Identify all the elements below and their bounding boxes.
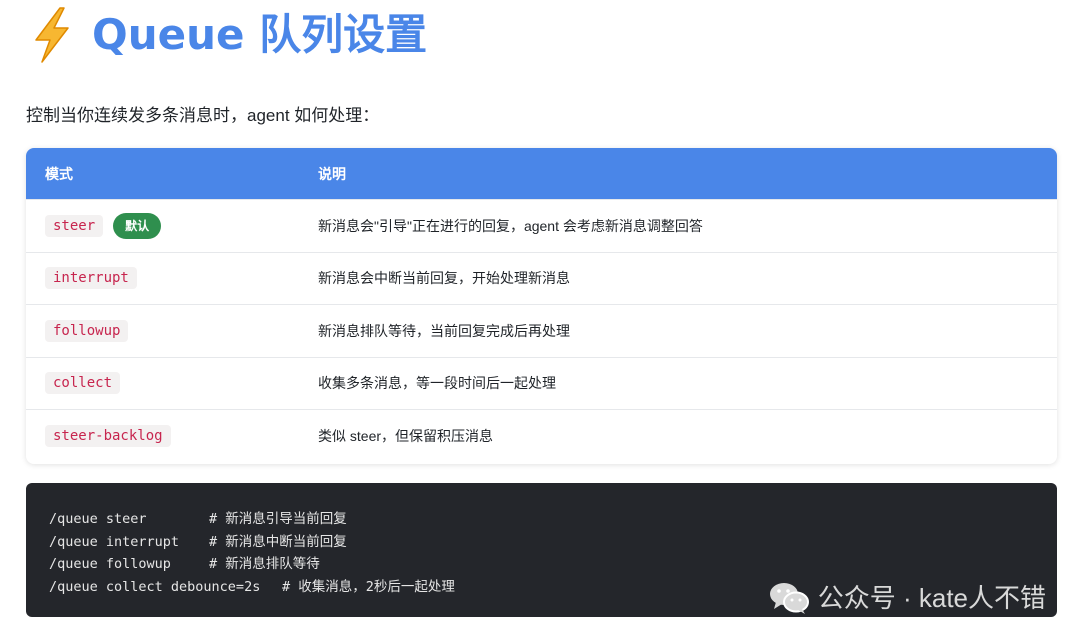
code-command: /queue collect debounce=2s — [49, 578, 261, 595]
queue-modes-table: 模式 说明 steer 默认 新消息会"引导"正在进行的回复，agent 会考虑… — [26, 148, 1057, 464]
mode-description: 类似 steer，但保留积压消息 — [318, 427, 494, 444]
mode-description: 新消息会中断当前回复，开始处理新消息 — [318, 270, 570, 287]
code-command: /queue followup — [49, 556, 171, 572]
code-line: /queue steer # 新消息引导当前回复 — [49, 508, 1057, 531]
code-line: /queue interrupt # 新消息中断当前回复 — [49, 531, 1057, 554]
mode-cell: followup — [26, 319, 299, 342]
table-row: steer-backlog 类似 steer，但保留积压消息 — [26, 409, 1057, 462]
watermark: 公众号 · kate人不错 — [768, 578, 1046, 618]
code-comment: # 新消息中断当前回复 — [209, 533, 347, 550]
code-comment: # 收集消息，2秒后一起处理 — [282, 578, 455, 595]
code-line: /queue followup # 新消息排队等待 — [49, 553, 1057, 576]
wechat-icon — [769, 583, 809, 614]
code-comment: # 新消息引导当前回复 — [209, 511, 347, 527]
table-row: interrupt 新消息会中断当前回复，开始处理新消息 — [26, 251, 1057, 305]
watermark-text: 公众号 · kate人不错 — [817, 583, 1046, 613]
mode-cell: steer-backlog — [26, 424, 299, 447]
code-command: /queue interrupt — [49, 533, 180, 550]
mode-code: collect — [45, 372, 121, 395]
mode-cell: steer 默认 — [26, 212, 299, 239]
mode-description: 新消息排队等待，当前回复完成后再处理 — [318, 322, 570, 339]
code-comment: # 新消息排队等待 — [209, 556, 320, 572]
title-row: Queue 队列设置 — [30, 0, 427, 70]
default-badge: 默认 — [113, 212, 162, 239]
mode-code: followup — [45, 319, 129, 342]
page: Queue 队列设置 控制当你连续发多条消息时，agent 如何处理： 模式 说… — [0, 0, 1080, 640]
page-title: Queue 队列设置 — [92, 10, 428, 59]
table-row: followup 新消息排队等待，当前回复完成后再处理 — [26, 304, 1057, 357]
mode-cell: interrupt — [26, 267, 299, 290]
header-desc: 说明 — [318, 165, 346, 182]
mode-code: steer — [45, 214, 104, 237]
table-row: collect 收集多条消息，等一段时间后一起处理 — [26, 356, 1057, 410]
header-mode: 模式 — [45, 165, 73, 182]
lightning-bolt-icon — [35, 7, 69, 63]
intro-text: 控制当你连续发多条消息时，agent 如何处理： — [26, 106, 380, 125]
code-command: /queue steer — [49, 511, 147, 527]
table-header: 模式 说明 — [26, 148, 1057, 199]
mode-code: steer-backlog — [45, 424, 171, 447]
table-row: steer 默认 新消息会"引导"正在进行的回复，agent 会考虑新消息调整回… — [26, 199, 1057, 252]
mode-cell: collect — [26, 372, 299, 395]
mode-description: 新消息会"引导"正在进行的回复，agent 会考虑新消息调整回答 — [318, 217, 703, 234]
mode-description: 收集多条消息，等一段时间后一起处理 — [318, 375, 556, 392]
mode-code: interrupt — [45, 267, 137, 290]
